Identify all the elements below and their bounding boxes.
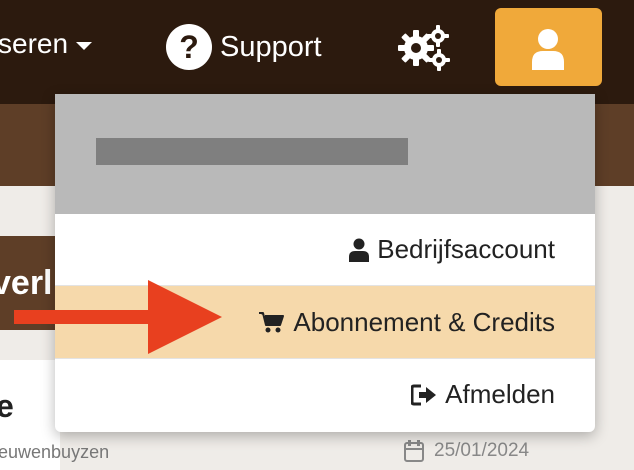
date-text: 25/01/2024 (434, 440, 530, 461)
menu-item-label: Abonnement & Credits (293, 306, 555, 337)
menu-item-company-account[interactable]: Bedrijfsaccount (55, 214, 595, 286)
annotation-arrow (14, 280, 222, 354)
support-link[interactable]: ? Support (166, 24, 322, 70)
menu-item-logout[interactable]: Afmelden (55, 358, 595, 430)
card-title: e (0, 388, 14, 424)
nav-menu-dropdown[interactable]: seren (0, 28, 93, 60)
question-circle-icon: ? (166, 24, 212, 70)
user-menu-button[interactable] (495, 8, 602, 86)
support-label: Support (220, 30, 322, 63)
user-icon (349, 238, 370, 262)
menu-item-label: Afmelden (445, 379, 555, 409)
caret-down-icon (76, 42, 93, 50)
nav-menu-label: seren (0, 28, 69, 59)
menu-item-label: Bedrijfsaccount (377, 234, 555, 264)
redacted-user-name (96, 138, 408, 165)
cart-icon (259, 312, 285, 333)
user-dropdown-menu: Bedrijfsaccount Abonnement & Credits Afm… (55, 94, 595, 432)
card-subtitle: ieuwenbuyzen (0, 442, 110, 462)
sign-out-icon (411, 384, 437, 405)
date-line: 25/01/2024 (404, 440, 529, 462)
gears-icon[interactable] (398, 24, 450, 72)
user-info-header (55, 94, 595, 214)
user-icon (532, 29, 564, 70)
calendar-icon (404, 440, 424, 462)
